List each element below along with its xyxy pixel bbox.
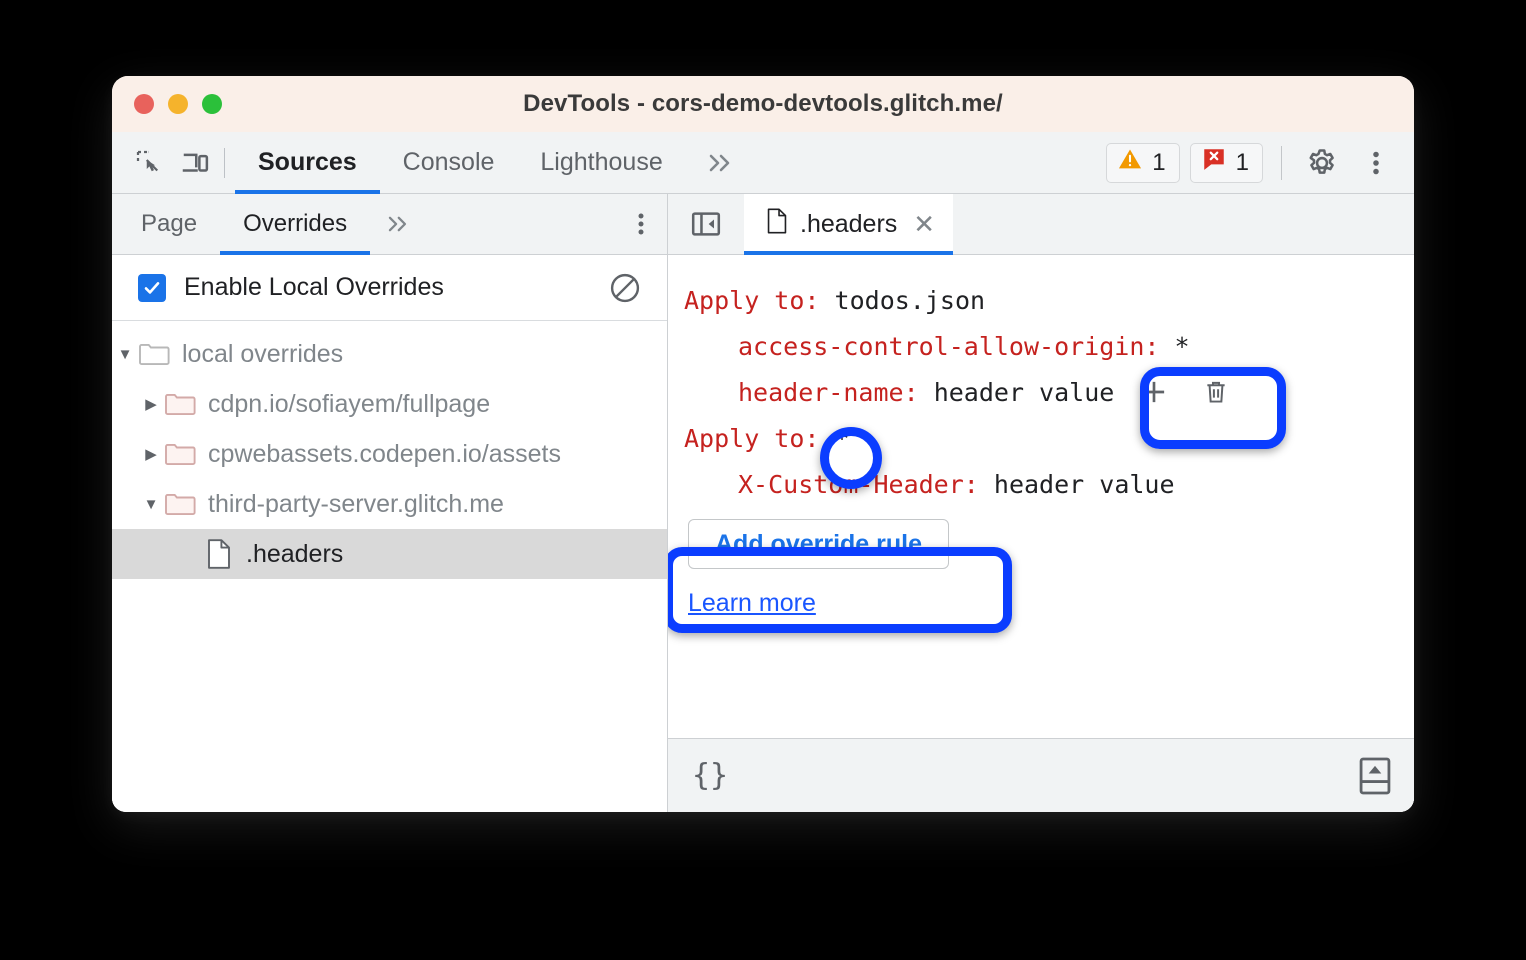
device-toolbar-icon[interactable]	[172, 141, 218, 185]
enable-local-overrides-checkbox[interactable]	[138, 273, 166, 302]
navigator-more-chevron-icon[interactable]	[370, 194, 424, 254]
inspect-element-icon[interactable]	[126, 141, 172, 185]
file-icon	[206, 538, 232, 570]
screenshot-root: DevTools - cors-demo-devtools.glitch.me/	[0, 0, 1526, 960]
enable-local-overrides-row[interactable]: Enable Local Overrides	[112, 255, 667, 321]
trash-icon[interactable]	[1198, 374, 1234, 410]
tree-label: .headers	[246, 539, 344, 568]
gear-icon[interactable]	[1300, 141, 1344, 185]
header-name-2-1[interactable]: X-Custom-Header	[738, 470, 964, 499]
folder-icon	[164, 491, 196, 517]
tab-sources[interactable]: Sources	[235, 132, 380, 194]
headers-editor[interactable]: Apply to: todos.json access-control-allo…	[668, 255, 1414, 738]
more-tabs-chevron-icon[interactable]	[686, 150, 752, 176]
overrides-file-tree: ▼ local overrides ▶ cdpn.io/sofiayem/ful…	[112, 321, 667, 812]
devtools-toolbar: Sources Console Lighthouse 1 1	[112, 132, 1414, 194]
toolbar-divider	[224, 147, 225, 178]
expand-triangle-right-icon[interactable]: ▶	[138, 445, 164, 463]
editor-statusbar: {}	[668, 738, 1414, 812]
file-icon	[766, 207, 788, 242]
tab-page-label: Page	[141, 210, 198, 237]
header-value-2-1[interactable]: header value	[994, 470, 1175, 499]
header-name-1-1[interactable]: access-control-allow-origin	[738, 332, 1144, 361]
sidebar-item-page[interactable]: Page	[118, 194, 220, 254]
expand-triangle-down-icon[interactable]: ▼	[112, 346, 138, 363]
navigator-pane: Page Overrides Enable Local Overrides ▼ …	[112, 194, 668, 812]
apply-to-value-1[interactable]: todos.json	[835, 286, 986, 315]
maximize-window-button[interactable]	[202, 94, 222, 114]
editor-tab-label: .headers	[800, 209, 898, 238]
header-row-actions	[1136, 374, 1234, 410]
close-window-button[interactable]	[134, 94, 154, 114]
editor-tab-headers[interactable]: .headers ✕	[744, 194, 954, 255]
tab-lighthouse[interactable]: Lighthouse	[517, 132, 685, 194]
show-drawer-icon[interactable]	[1358, 757, 1392, 795]
folder-icon	[164, 441, 196, 467]
error-count: 1	[1235, 148, 1249, 176]
window-title: DevTools - cors-demo-devtools.glitch.me/	[523, 90, 1003, 117]
clear-configuration-icon[interactable]	[605, 268, 645, 308]
folder-icon	[138, 341, 170, 367]
expand-triangle-right-icon[interactable]: ▶	[138, 395, 164, 413]
tree-label: local overrides	[182, 339, 344, 368]
tree-row-local-overrides[interactable]: ▼ local overrides	[112, 329, 667, 379]
tree-row-cpwebassets[interactable]: ▶ cpwebassets.codepen.io/assets	[112, 429, 667, 479]
tree-row-cdpn-io[interactable]: ▶ cdpn.io/sofiayem/fullpage	[112, 379, 667, 429]
apply-to-label-1: Apply to	[684, 285, 805, 315]
editor-pane: .headers ✕ Apply to: todos.json access-c…	[668, 194, 1414, 812]
close-icon[interactable]: ✕	[913, 211, 935, 237]
devtools-panel-tabs: Sources Console Lighthouse	[235, 132, 686, 194]
enable-local-overrides-label: Enable Local Overrides	[184, 273, 444, 301]
devtools-window: DevTools - cors-demo-devtools.glitch.me/	[112, 76, 1414, 812]
tab-console-label: Console	[402, 148, 495, 176]
editor-tabbar: .headers ✕	[668, 194, 1414, 255]
errors-badge[interactable]: 1	[1189, 142, 1263, 183]
warning-count: 1	[1152, 148, 1166, 176]
plus-icon[interactable]	[1136, 374, 1172, 410]
sidebar-item-overrides[interactable]: Overrides	[220, 194, 371, 255]
format-code-button[interactable]: {}	[692, 758, 728, 793]
add-override-rule-button[interactable]: Add override rule	[688, 519, 949, 569]
tree-label: cdpn.io/sofiayem/fullpage	[208, 389, 491, 418]
expand-triangle-down-icon[interactable]: ▼	[138, 496, 164, 513]
tree-row-third-party-server[interactable]: ▼ third-party-server.glitch.me	[112, 479, 667, 529]
header-value-1-2[interactable]: header value	[934, 378, 1115, 407]
warning-icon	[1117, 146, 1143, 179]
toolbar-divider-2	[1281, 145, 1282, 180]
tab-console[interactable]: Console	[380, 132, 518, 194]
header-line-2-1[interactable]: X-Custom-Header: header value	[684, 461, 1414, 507]
tab-overrides-label: Overrides	[243, 210, 348, 237]
window-titlebar: DevTools - cors-demo-devtools.glitch.me/	[112, 76, 1414, 132]
header-name-1-2[interactable]: header-name	[738, 378, 904, 407]
header-line-1-1[interactable]: access-control-allow-origin: *	[684, 323, 1414, 369]
header-line-1-2[interactable]: header-name: header value	[684, 369, 1414, 415]
learn-more-link[interactable]: Learn more	[688, 589, 816, 618]
tree-row-headers-file[interactable]: .headers	[112, 529, 667, 579]
traffic-light-group	[134, 94, 222, 114]
toolbar-right-group: 1 1	[1106, 141, 1398, 185]
apply-to-value-2[interactable]: *	[835, 424, 850, 453]
tab-sources-label: Sources	[258, 148, 357, 176]
tab-lighthouse-label: Lighthouse	[540, 148, 663, 176]
minimize-window-button[interactable]	[168, 94, 188, 114]
error-icon	[1201, 146, 1227, 179]
folder-icon	[164, 391, 196, 417]
apply-to-label-2: Apply to	[684, 423, 805, 453]
kebab-menu-icon[interactable]	[1354, 141, 1398, 185]
devtools-body: Page Overrides Enable Local Overrides ▼ …	[112, 194, 1414, 812]
warnings-badge[interactable]: 1	[1106, 142, 1180, 183]
navigator-kebab-menu-icon[interactable]	[615, 194, 667, 254]
apply-to-line-2[interactable]: Apply to: *	[684, 415, 1414, 461]
navigator-tabs: Page Overrides	[112, 194, 667, 255]
show-navigator-icon[interactable]	[680, 194, 732, 254]
tree-label: third-party-server.glitch.me	[208, 489, 504, 518]
add-override-rule-row: Add override rule	[684, 519, 1414, 569]
tree-label: cpwebassets.codepen.io/assets	[208, 439, 561, 468]
header-value-1-1[interactable]: *	[1175, 332, 1190, 361]
apply-to-line-1[interactable]: Apply to: todos.json	[684, 277, 1414, 323]
